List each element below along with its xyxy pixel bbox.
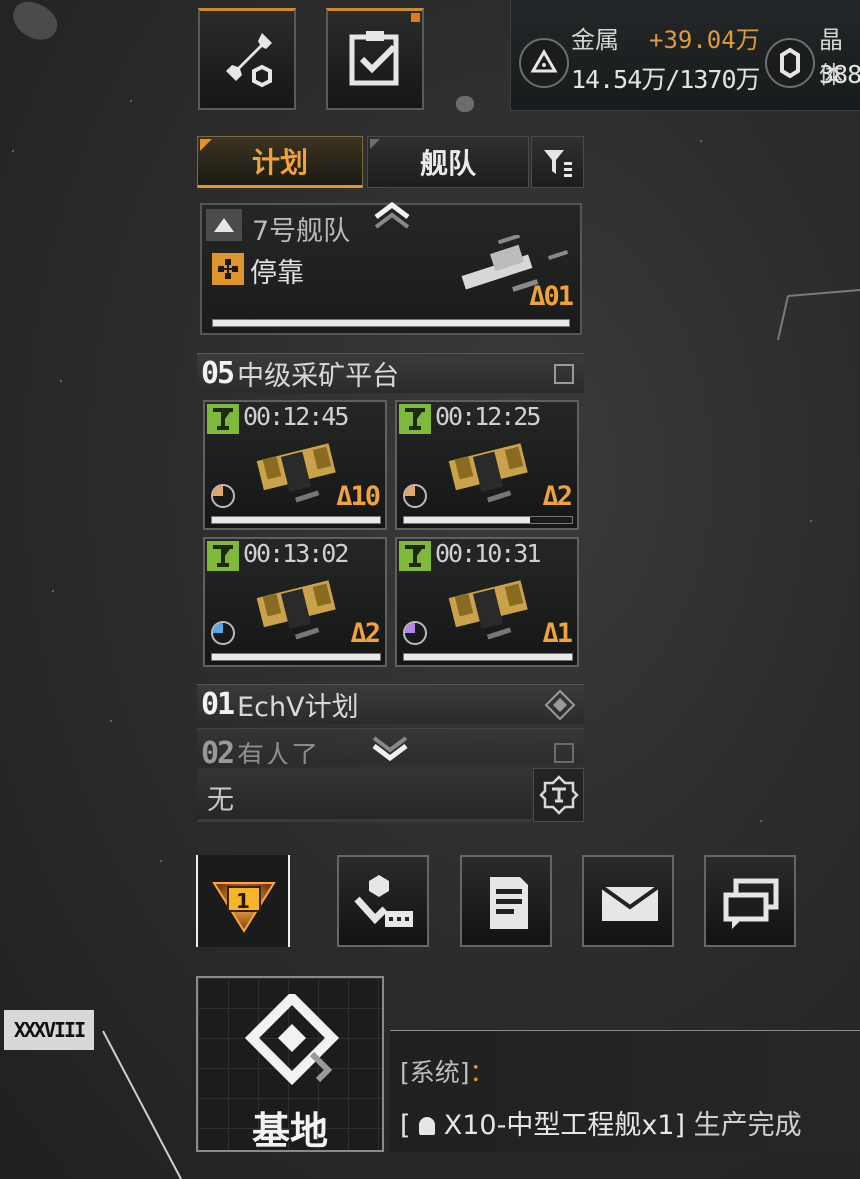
crane-icon xyxy=(399,404,431,434)
crane-icon xyxy=(207,541,239,571)
mining-timer: 00:13:02 xyxy=(243,539,349,568)
metal-label: 金属 xyxy=(571,26,619,54)
gear-crane-icon xyxy=(539,775,579,815)
crane-icon xyxy=(207,404,239,434)
group-number: 01 xyxy=(201,687,235,722)
asteroid xyxy=(456,96,474,112)
mining-platform-image xyxy=(256,580,336,640)
base-emblem-icon xyxy=(244,994,340,1086)
ship-bell-icon xyxy=(419,1117,436,1135)
cargo-ring-icon xyxy=(403,484,427,508)
fleet-level: Δ01 xyxy=(529,281,574,312)
diamond-target-icon xyxy=(544,689,576,721)
group-header-echv[interactable]: 01 EchV计划 xyxy=(197,684,584,724)
mining-progress-bar xyxy=(211,516,381,524)
empty-slot-text: 无 xyxy=(207,785,234,816)
mining-timer: 00:10:31 xyxy=(435,539,541,568)
build-queue-button[interactable] xyxy=(337,855,429,947)
filter-icon xyxy=(543,150,572,177)
chat-bracket: [ xyxy=(400,1110,411,1141)
group-name: 中级采矿平台 xyxy=(237,361,400,392)
badge-count: 1 xyxy=(236,889,250,913)
group-number: 05 xyxy=(201,356,235,391)
cargo-ring-icon xyxy=(211,621,235,645)
metal-amount: 14.54万/1370万 xyxy=(571,65,761,94)
dock-status-icon xyxy=(212,253,244,285)
crystal-amount: 388 xyxy=(819,60,860,89)
group-name: EchV计划 xyxy=(237,692,359,723)
scroll-down-icon[interactable] xyxy=(370,734,410,766)
empty-slot-field[interactable]: 无 xyxy=(197,768,531,822)
mining-progress-bar xyxy=(211,653,381,661)
platform-card[interactable]: 00:12:25 Δ2 xyxy=(395,400,579,530)
marker-text: XXXVIII xyxy=(13,1018,86,1042)
platform-card[interactable]: 00:13:02 Δ2 xyxy=(203,537,387,667)
mining-timer: 00:12:45 xyxy=(243,402,349,431)
orbit-lines xyxy=(777,289,860,341)
select-checkbox[interactable] xyxy=(554,743,574,763)
mail-button[interactable] xyxy=(582,855,674,947)
platform-level: Δ2 xyxy=(350,618,380,649)
asteroid xyxy=(7,0,63,45)
mining-settings-button[interactable] xyxy=(533,768,584,822)
chat-channel: [系统] xyxy=(400,1058,470,1087)
resource-bar[interactable]: 金属 +39.04万 14.54万/1370万 晶体 388 xyxy=(510,0,860,111)
group-header-mining[interactable]: 05 中级采矿平台 xyxy=(197,353,584,393)
fleet-progress-bar xyxy=(212,319,570,327)
select-checkbox[interactable] xyxy=(554,364,574,384)
base-label: 基地 xyxy=(251,1109,328,1153)
research-button[interactable] xyxy=(198,8,296,110)
system-chat-panel[interactable]: [系统]： [ X10-中型工程舰x1] 生产完成 xyxy=(390,1030,860,1152)
chat-colon: ： xyxy=(469,1058,495,1087)
tab-plan[interactable]: 计划 xyxy=(197,136,363,188)
group-number: 02 xyxy=(201,736,235,764)
chat-item-link[interactable]: X10-中型工程舰x1] xyxy=(444,1110,685,1141)
mining-platform-image xyxy=(448,580,528,640)
tab-fleet[interactable]: 舰队 xyxy=(367,136,529,188)
mining-progress-bar xyxy=(403,516,573,524)
mail-icon xyxy=(600,885,660,921)
chat-button[interactable] xyxy=(704,855,796,947)
scroll-up-icon[interactable] xyxy=(372,199,412,233)
crystal-hexagon-icon xyxy=(765,38,815,88)
tab-fleet-label: 舰队 xyxy=(419,147,476,180)
group-name: 有人了 xyxy=(237,741,319,764)
metal-triangle-icon xyxy=(519,38,569,88)
mission-log-button[interactable] xyxy=(460,855,552,947)
build-queue-icon xyxy=(354,875,413,927)
mining-timer: 00:12:25 xyxy=(435,402,541,431)
chat-icon xyxy=(723,878,779,929)
priority-badge-button[interactable]: 1 xyxy=(196,855,290,947)
orbit-line xyxy=(102,1030,182,1179)
base-button[interactable]: 基地 xyxy=(196,976,384,1153)
cargo-ring-icon xyxy=(403,621,427,645)
notification-dot xyxy=(411,13,420,22)
metal-gain: +39.04万 xyxy=(649,26,760,54)
mining-platform-image xyxy=(448,443,528,503)
cargo-ring-icon xyxy=(211,484,235,508)
collapse-icon xyxy=(206,209,242,241)
fleet-name: 7号舰队 xyxy=(252,216,351,247)
fleet-card[interactable]: 7号舰队 停靠 Δ01 xyxy=(200,201,582,335)
platform-level: Δ10 xyxy=(336,481,381,512)
platform-card[interactable]: 00:10:31 Δ1 xyxy=(395,537,579,667)
fleet-status: 停靠 xyxy=(250,258,304,289)
mining-progress-bar xyxy=(403,653,573,661)
crane-icon xyxy=(399,541,431,571)
mission-log-icon xyxy=(490,877,528,929)
filter-button[interactable] xyxy=(531,136,584,188)
fleet-marker-label[interactable]: XXXVIII xyxy=(4,1010,94,1050)
chat-message: 生产完成 xyxy=(693,1110,802,1141)
platform-level: Δ1 xyxy=(542,618,572,649)
platform-card[interactable]: 00:12:45 Δ10 xyxy=(203,400,387,530)
wrench-hex-icon xyxy=(226,33,272,88)
platform-level: Δ2 xyxy=(542,481,572,512)
tasks-button[interactable] xyxy=(326,8,424,110)
tab-plan-label: 计划 xyxy=(251,146,308,179)
clipboard-check-icon xyxy=(349,31,399,86)
